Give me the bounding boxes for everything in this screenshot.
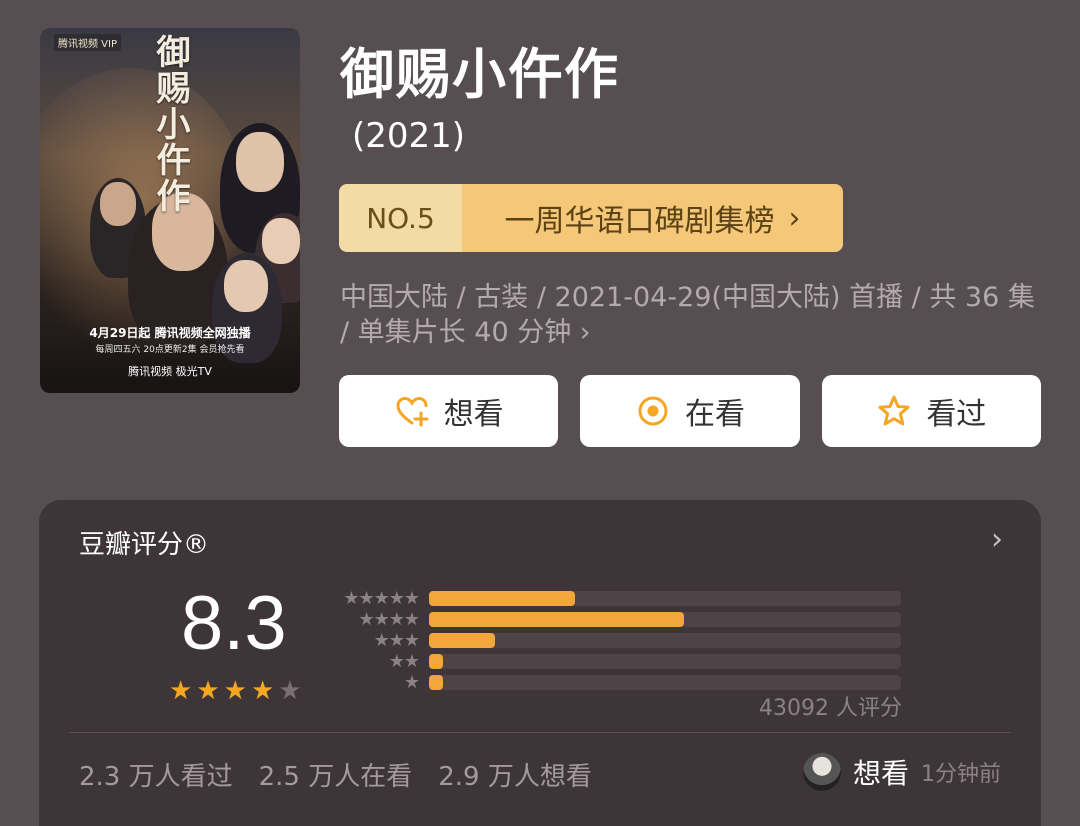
distribution-stars: ★★: [388, 651, 420, 672]
show-year: (2021): [352, 116, 466, 156]
distribution-stars: ★★★★: [358, 609, 420, 630]
ranking-label-wrap: 一周华语口碑剧集榜 ›: [462, 184, 843, 252]
rating-title: 豆瓣评分®: [79, 530, 210, 560]
poster-image[interactable]: 腾讯视频 VIP 御赐小仵作 4月29日起 腾讯视频全网独播 每周四五六 20点…: [40, 28, 300, 393]
poster-brand: 腾讯视频 VIP: [54, 34, 121, 51]
avatar: [802, 753, 841, 791]
activity-label: 想看: [852, 757, 909, 790]
divider: [69, 732, 1011, 733]
distribution-stars: ★★★: [373, 630, 420, 651]
distribution-track: [429, 633, 901, 648]
ranking-badge[interactable]: NO.5 一周华语口碑剧集榜 ›: [339, 184, 843, 252]
poster-figure-head: [262, 218, 300, 264]
rating-stars: ★ ★ ★ ★ ★: [169, 678, 302, 704]
distribution-bar: [429, 633, 496, 648]
distribution-track: [429, 675, 901, 690]
activity-time: 1分钟前: [921, 762, 1001, 787]
distribution-row: ★★★★: [335, 609, 901, 630]
action-buttons: 想看 在看 看过: [339, 375, 1041, 447]
poster-figure-head: [100, 182, 136, 226]
heart-plus-icon: [396, 396, 429, 427]
want-to-watch-label: 想看: [443, 397, 504, 432]
poster-figure-head: [224, 260, 268, 312]
chevron-right-icon[interactable]: ›: [991, 522, 1003, 557]
target-icon: [638, 396, 668, 426]
rating-card: 豆瓣评分® › 8.3 ★ ★ ★ ★ ★ ★★★★★ ★★★★ ★★★ ★★ ★ 43092 …: [39, 500, 1041, 826]
poster-platforms: 腾讯视频 极光TV: [128, 365, 212, 378]
distribution-bar: [429, 654, 444, 669]
ranking-number: NO.5: [339, 184, 462, 252]
watching-label: 在看: [684, 397, 745, 432]
watched-button[interactable]: 看过: [821, 375, 1041, 447]
star-icon: ★: [250, 676, 275, 706]
star-icon: ★: [196, 676, 220, 706]
distribution-bar: [429, 591, 576, 606]
show-title: 御赐小仵作: [340, 43, 620, 106]
distribution-track: [429, 612, 901, 627]
ranking-label: 一周华语口碑剧集榜: [504, 204, 775, 239]
movie-detail-page: 腾讯视频 VIP 御赐小仵作 4月29日起 腾讯视频全网独播 每周四五六 20点…: [0, 0, 1080, 826]
star-icon: ★: [169, 676, 193, 706]
distribution-stars: ★★★★★: [343, 588, 420, 609]
poster-figure-head: [236, 132, 284, 192]
stat-watching[interactable]: 2.5 万人在看: [259, 756, 413, 793]
distribution-bar: [429, 612, 684, 627]
stat-want[interactable]: 2.9 万人想看: [438, 756, 592, 793]
watched-label: 看过: [926, 397, 987, 432]
star-icon: ★: [223, 676, 247, 706]
rating-distribution: ★★★★★ ★★★★ ★★★ ★★ ★: [335, 588, 901, 693]
friend-activity[interactable]: 想看 1分钟前: [802, 752, 1001, 792]
show-meta-text: 中国大陆 / 古装 / 2021-04-29(中国大陆) 首播 / 共 36 集…: [340, 282, 1035, 348]
chevron-right-icon: ›: [579, 317, 591, 348]
distribution-bar: [429, 675, 444, 690]
rating-count: 43092 人评分: [759, 696, 902, 721]
star-icon: ★: [278, 676, 302, 706]
poster-title-art: 御赐小仵作: [150, 34, 190, 214]
distribution-row: ★★★★★: [335, 588, 901, 609]
poster-date-line: 4月29日起 腾讯视频全网独播: [89, 326, 251, 340]
distribution-row: ★★★: [335, 630, 901, 651]
want-to-watch-button[interactable]: 想看: [339, 375, 559, 447]
distribution-stars: ★: [403, 672, 420, 693]
stat-watched[interactable]: 2.3 万人看过: [79, 756, 233, 793]
distribution-track: [429, 654, 901, 669]
audience-stats: 2.3 万人看过 2.5 万人在看 2.9 万人想看: [79, 756, 592, 793]
distribution-track: [429, 591, 901, 606]
poster-schedule-line: 每周四五六 20点更新2集 会员抢先看: [95, 345, 245, 355]
watching-button[interactable]: 在看: [580, 375, 800, 447]
distribution-row: ★★: [335, 651, 901, 672]
chevron-right-icon: ›: [788, 200, 801, 236]
show-meta[interactable]: 中国大陆 / 古装 / 2021-04-29(中国大陆) 首播 / 共 36 集…: [340, 280, 1040, 350]
star-outline-icon: [878, 395, 910, 426]
rating-score: 8.3: [181, 581, 287, 666]
